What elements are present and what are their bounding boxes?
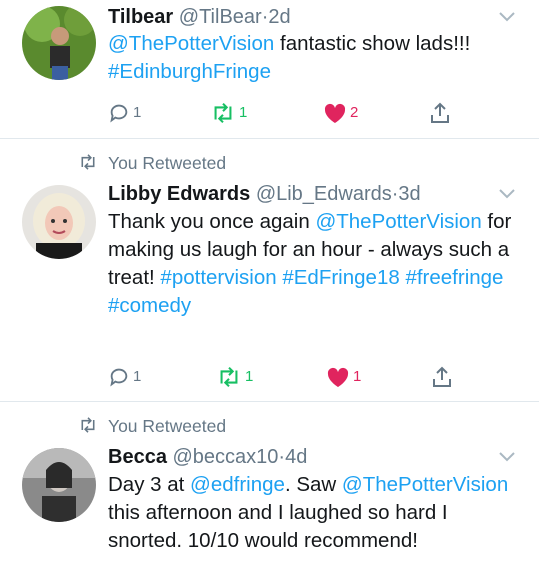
retweeted-label: You Retweeted (108, 153, 227, 173)
display-name[interactable]: Becca (108, 446, 167, 468)
retweet-count: 1 (239, 104, 248, 121)
retweet-button[interactable]: 1 (216, 364, 253, 390)
tweet-text-fragment: Day 3 at (108, 473, 191, 496)
user-handle[interactable]: @TilBear (179, 6, 262, 28)
like-button[interactable]: 2 (323, 100, 358, 126)
heart-icon (324, 103, 346, 123)
retweet-icon (214, 102, 232, 124)
tweet-libby-edwards[interactable]: You Retweeted Libby Edwards @Lib_Edwards… (0, 139, 539, 401)
avatar[interactable] (22, 6, 96, 80)
reply-icon (110, 104, 128, 123)
tweet-becca[interactable]: You Retweeted Becca @beccax10·4d Day 3 a… (0, 402, 539, 586)
reply-count: 1 (133, 104, 142, 121)
retweet-icon (81, 417, 95, 433)
tweet-header: Libby Edwards @Lib_Edwards·3d (108, 181, 499, 207)
retweeted-label: You Retweeted (108, 416, 227, 436)
reply-count: 1 (133, 368, 142, 385)
user-handle[interactable]: @beccax10 (173, 446, 279, 468)
avatar[interactable] (22, 185, 96, 259)
tweet-text: @ThePotterVision fantastic show lads!!! … (108, 30, 528, 86)
heart-icon (327, 367, 349, 387)
retweet-icon (81, 154, 95, 170)
mention-link[interactable]: @ThePotterVision (342, 473, 508, 496)
chevron-down-icon[interactable] (497, 450, 517, 464)
hashtag-link[interactable]: #pottervision (160, 266, 276, 289)
like-count: 2 (350, 104, 359, 121)
chevron-down-icon[interactable] (497, 10, 517, 24)
reply-icon (110, 368, 128, 387)
tweet-header: Becca @beccax10·4d (108, 444, 499, 470)
hashtag-link[interactable]: #freefringe (405, 266, 503, 289)
tweet-text-fragment: Thank you once again (108, 210, 316, 233)
display-name[interactable]: Tilbear (108, 6, 173, 28)
tweet-header: Tilbear @TilBear·2d (108, 4, 499, 30)
timestamp[interactable]: 2d (268, 6, 290, 28)
retweet-icon (220, 366, 238, 388)
share-button[interactable] (430, 364, 454, 390)
mention-link[interactable]: @edfringe (190, 473, 285, 496)
timestamp[interactable]: 4d (285, 446, 307, 468)
tweet-actions: 1 1 2 (108, 100, 468, 126)
user-handle[interactable]: @Lib_Edwards (256, 183, 392, 205)
avatar[interactable] (22, 448, 96, 522)
tweet-tilbear[interactable]: Tilbear @TilBear·2d @ThePotterVision fan… (0, 0, 539, 138)
like-button[interactable]: 1 (326, 364, 361, 390)
hashtag-link[interactable]: #EdinburghFringe (108, 60, 271, 83)
mention-link[interactable]: @ThePotterVision (108, 32, 274, 55)
mention-link[interactable]: @ThePotterVision (315, 210, 481, 233)
tweet-text-fragment: . Saw (284, 473, 342, 496)
reply-button[interactable]: 1 (108, 100, 141, 126)
retweet-count: 1 (245, 368, 254, 385)
hashtag-link[interactable]: #EdFringe18 (282, 266, 399, 289)
retweet-button[interactable]: 1 (210, 100, 247, 126)
share-icon (431, 102, 449, 123)
tweet-text: Day 3 at @edfringe. Saw @ThePotterVision… (108, 471, 519, 555)
chevron-down-icon[interactable] (497, 187, 517, 201)
like-count: 1 (353, 368, 362, 385)
share-icon (433, 366, 451, 387)
reply-button[interactable]: 1 (108, 364, 141, 390)
timestamp[interactable]: 3d (398, 183, 420, 205)
hashtag-link[interactable]: #comedy (108, 294, 191, 317)
share-button[interactable] (428, 100, 452, 126)
tweet-actions: 1 1 1 (108, 364, 468, 390)
tweet-text: Thank you once again @ThePotterVision fo… (108, 208, 519, 320)
tweet-text-fragment: fantastic show lads!!! (274, 32, 471, 55)
tweet-text-fragment: this afternoon and I laughed so hard I s… (108, 501, 448, 552)
display-name[interactable]: Libby Edwards (108, 183, 250, 205)
